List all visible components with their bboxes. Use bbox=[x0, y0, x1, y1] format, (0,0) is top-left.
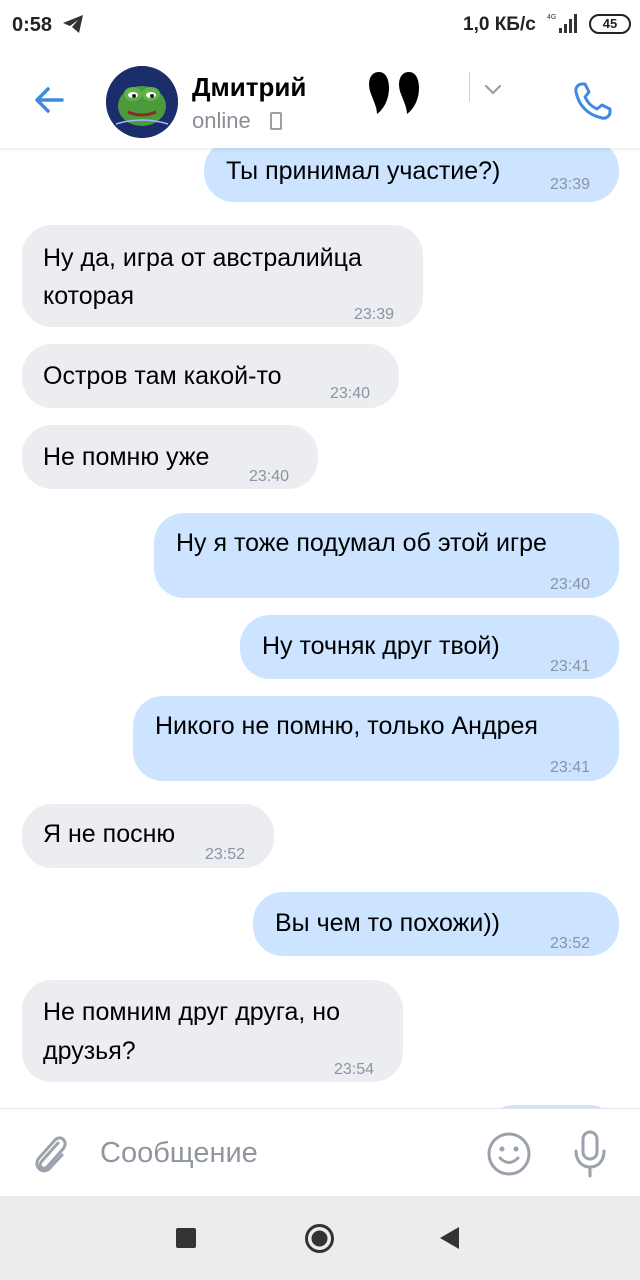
message-text: друзья? bbox=[43, 1037, 136, 1065]
status-time: 0:58 bbox=[12, 14, 53, 36]
message-bubble-outgoing[interactable]: Никого не помню, только Андрея 23:41 bbox=[133, 696, 619, 781]
network-speed: 1,0 КБ/с bbox=[463, 14, 536, 35]
message-time: 23:52 bbox=[205, 846, 246, 863]
message-bubble-outgoing[interactable]: Ты принимал участие?) 23:39 bbox=[204, 148, 619, 202]
message-text: Не помню уже bbox=[43, 443, 210, 471]
phone-icon[interactable] bbox=[568, 76, 618, 126]
quote-marks-icon bbox=[369, 72, 419, 114]
message-list[interactable]: Ты принимал участие?) 23:39 Ну да, игра … bbox=[0, 148, 640, 1108]
message-bubble-incoming[interactable]: Я не посню 23:52 bbox=[22, 804, 274, 868]
message-bubble-outgoing[interactable]: Ну точняк друг твой) 23:41 bbox=[240, 615, 619, 679]
avatar[interactable] bbox=[106, 66, 178, 138]
message-bubble-incoming[interactable]: Ну да, игра от австралийца которая 23:39 bbox=[22, 225, 423, 327]
message-text: которая bbox=[43, 282, 134, 310]
contact-status: online bbox=[192, 108, 251, 133]
message-time: 23:39 bbox=[354, 306, 395, 323]
message-time: 23:39 bbox=[550, 176, 591, 193]
message-text: Я не посню bbox=[43, 820, 176, 848]
mobile-device-icon bbox=[270, 112, 282, 130]
microphone-icon[interactable] bbox=[568, 1129, 612, 1179]
message-time: 23:40 bbox=[330, 385, 371, 402]
battery-icon: 45 bbox=[589, 14, 631, 34]
message-text: Ну да, игра от австралийца bbox=[43, 244, 362, 272]
message-time: 23:41 bbox=[550, 658, 591, 675]
chat-header: Дмитрий online bbox=[0, 50, 640, 148]
message-time: 23:54 bbox=[334, 1061, 375, 1078]
message-time: 23:41 bbox=[550, 759, 591, 776]
telegram-icon bbox=[63, 15, 83, 33]
message-bubble-incoming[interactable]: Не помним друг друга, но друзья? 23:54 bbox=[22, 980, 403, 1082]
message-time: 23:52 bbox=[550, 935, 591, 952]
signal-4g-icon: 4G bbox=[547, 14, 577, 33]
system-navigation-bar bbox=[0, 1196, 640, 1280]
message-text: Ты принимал участие?) bbox=[226, 157, 501, 185]
message-time: 23:40 bbox=[550, 576, 591, 593]
chevron-down-icon[interactable] bbox=[483, 82, 503, 96]
message-composer bbox=[0, 1108, 640, 1196]
message-time: 23:40 bbox=[249, 468, 290, 485]
message-text: Ну точняк друг твой) bbox=[262, 632, 500, 660]
message-bubble-incoming[interactable]: Остров там какой-то 23:40 bbox=[22, 344, 399, 408]
message-bubble-incoming[interactable]: Не помню уже 23:40 bbox=[22, 425, 318, 489]
message-text: Вы чем то похожи)) bbox=[275, 909, 501, 937]
message-input[interactable] bbox=[100, 1131, 460, 1175]
back-icon[interactable] bbox=[437, 1225, 461, 1251]
header-divider bbox=[469, 72, 470, 102]
message-bubble-outgoing[interactable]: Ну я тоже подумал об этой игре 23:40 bbox=[154, 513, 619, 598]
message-bubble-outgoing[interactable]: Вы чем то похожи)) 23:52 bbox=[253, 892, 619, 956]
contact-name[interactable]: Дмитрий bbox=[192, 72, 306, 103]
home-icon[interactable] bbox=[304, 1223, 335, 1254]
recent-apps-icon[interactable] bbox=[176, 1228, 196, 1248]
frog-avatar-image bbox=[106, 66, 178, 138]
message-text: Не помним друг друга, но bbox=[43, 998, 340, 1026]
svg-text:4G: 4G bbox=[547, 14, 556, 21]
smile-icon[interactable] bbox=[486, 1131, 532, 1177]
status-bar: 0:58 1,0 КБ/с 4G 45 bbox=[0, 0, 640, 50]
message-text: Никого не помню, только Андрея bbox=[155, 712, 538, 740]
paperclip-icon[interactable] bbox=[28, 1129, 72, 1177]
back-arrow-icon[interactable] bbox=[28, 78, 72, 122]
message-text: Остров там какой-то bbox=[43, 362, 282, 390]
message-text: Ну я тоже подумал об этой игре bbox=[176, 529, 547, 557]
